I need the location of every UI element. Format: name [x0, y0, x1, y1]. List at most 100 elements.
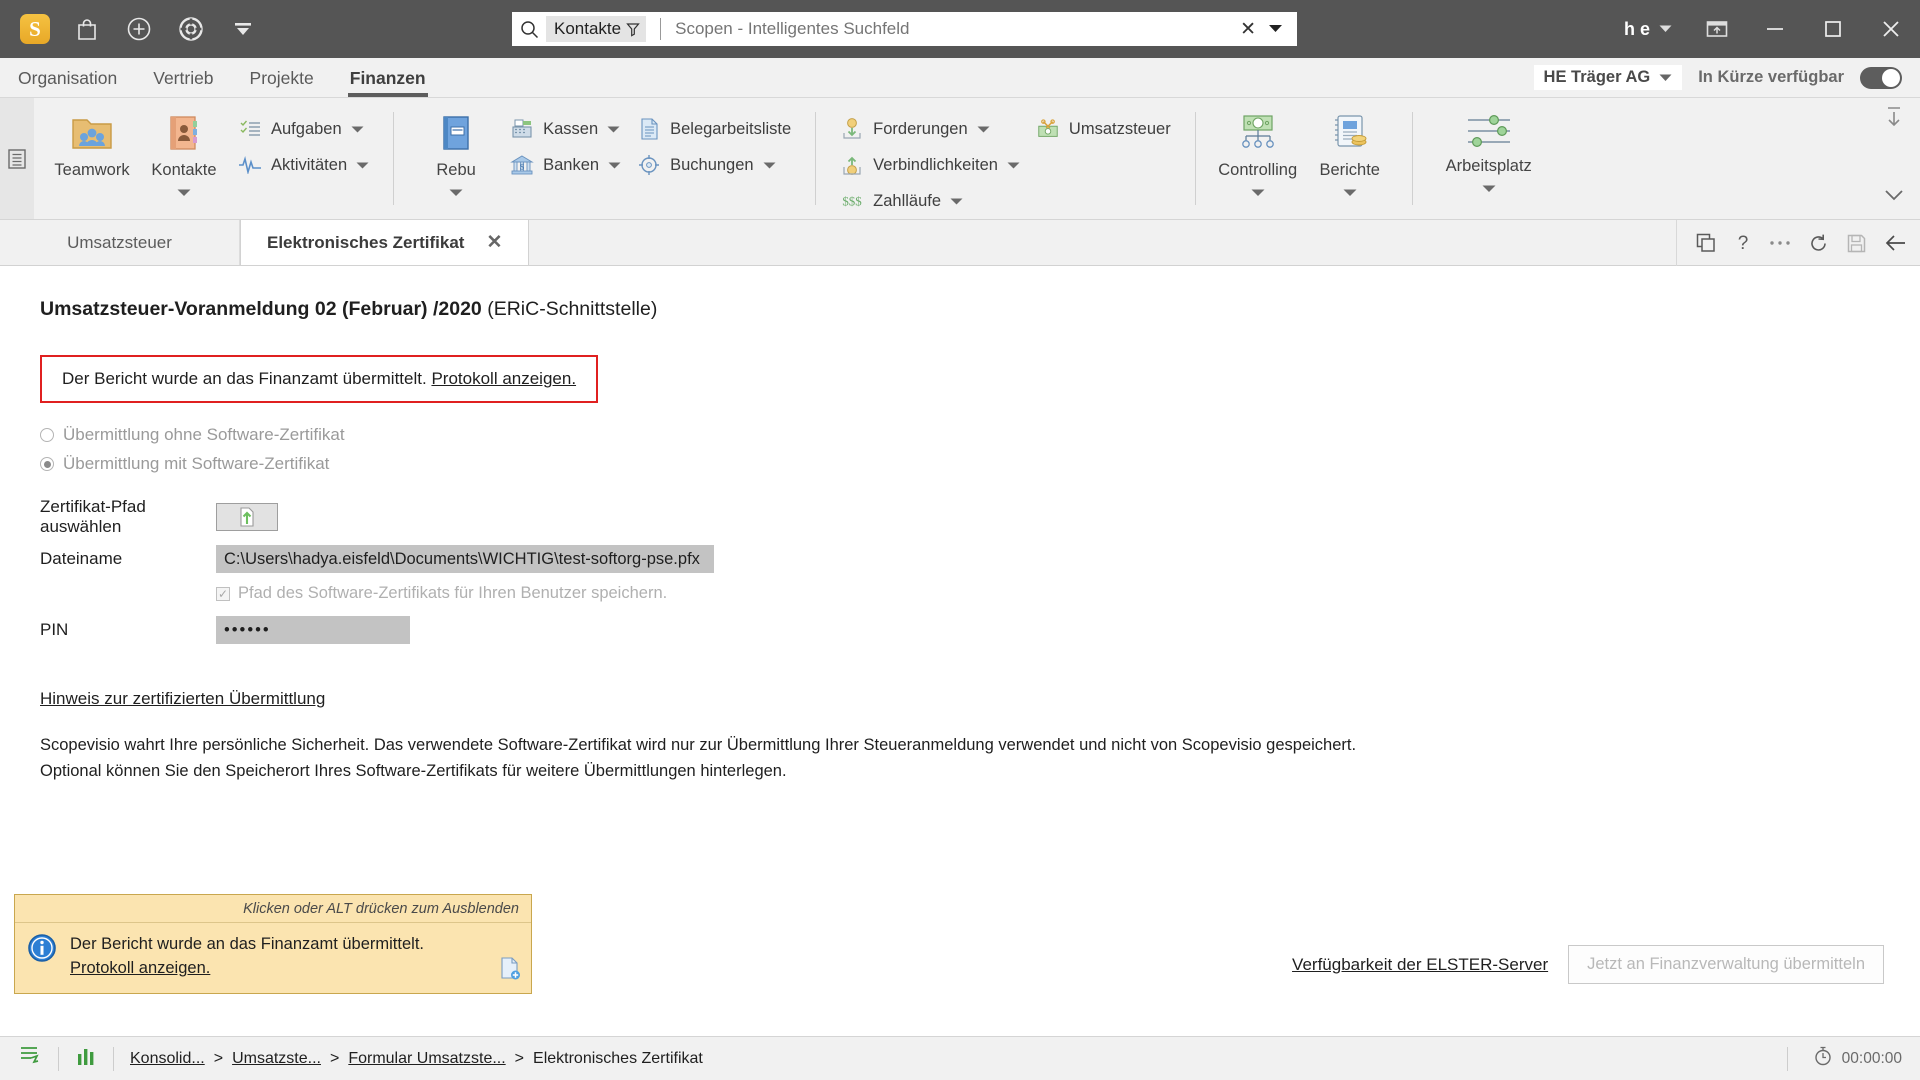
shop-bag-icon[interactable] — [70, 12, 104, 46]
menu-item-finanzen[interactable]: Finanzen — [332, 68, 444, 97]
bar-chart-icon[interactable] — [75, 1044, 97, 1073]
user-menu[interactable]: h e — [1608, 19, 1688, 40]
ribbon-button-aufgaben[interactable]: Aufgaben — [230, 113, 377, 145]
payables-icon — [840, 153, 864, 177]
company-selector[interactable]: HE Träger AG — [1533, 65, 1683, 90]
close-icon[interactable]: ✕ — [486, 231, 502, 254]
status-bar-right: 00:00:00 — [1771, 1046, 1902, 1071]
ribbon-button-aktivitaeten[interactable]: Aktivitäten — [230, 149, 377, 181]
ribbon-button-label: Umsatzsteuer — [1068, 119, 1171, 138]
payment-runs-icon: $$$ — [840, 189, 864, 213]
menu-item-projekte[interactable]: Projekte — [232, 68, 332, 97]
save-path-checkbox-row[interactable]: ✓ Pfad des Software-Zertifikats für Ihre… — [216, 584, 1880, 603]
refresh-icon[interactable] — [1808, 233, 1829, 254]
filename-label: Dateiname — [40, 549, 123, 568]
tab-umsatzsteuer[interactable]: Umsatzsteuer — [0, 220, 240, 265]
toast-protocol-link[interactable]: Protokoll anzeigen. — [70, 959, 210, 977]
search-dropdown-icon[interactable] — [1266, 20, 1297, 38]
chevron-down-icon[interactable] — [1251, 184, 1265, 202]
chevron-down-icon[interactable] — [1007, 162, 1020, 169]
certified-transmission-hint-link[interactable]: Hinweis zur zertifizierten Übermittlung — [40, 689, 325, 709]
chevron-down-icon[interactable] — [950, 198, 963, 205]
menu-item-vertrieb[interactable]: Vertrieb — [135, 68, 231, 97]
chevron-down-icon[interactable] — [763, 162, 776, 169]
ribbon-collapse-rail[interactable] — [0, 98, 34, 219]
workplace-sliders-icon — [1467, 114, 1510, 148]
minimize-window-button[interactable] — [1746, 0, 1804, 58]
status-divider — [113, 1046, 114, 1071]
chevron-down-icon[interactable] — [607, 126, 620, 133]
breadcrumb-item-formular-umsatzsteuer[interactable]: Formular Umsatzste... — [348, 1050, 505, 1068]
search-scope-chip[interactable]: Kontakte — [546, 16, 647, 42]
pin-row: PIN •••••• — [40, 613, 1880, 647]
ribbon-small-buttons-2: Kassen $ Banken — [502, 106, 629, 181]
ribbon-button-kassen[interactable]: Kassen — [502, 113, 629, 145]
ribbon-expand-icon[interactable] — [1884, 104, 1904, 135]
ribbon-button-label: Aufgaben — [271, 119, 342, 138]
radio-option-mit-zertifikat[interactable]: Übermittlung mit Software-Zertifikat — [40, 454, 1880, 474]
chevron-down-icon[interactable] — [177, 184, 191, 202]
journal-icon[interactable] — [18, 1044, 42, 1073]
breadcrumb-item-umsatzsteuer[interactable]: Umsatzste... — [232, 1050, 321, 1068]
ribbon-small-buttons-3: Belegarbeitsliste Buchungen — [629, 106, 799, 181]
breadcrumb-item-konsolidierung[interactable]: Konsolid... — [130, 1050, 205, 1068]
ribbon-button-verbindlichkeiten[interactable]: Verbindlichkeiten — [832, 149, 1028, 181]
more-options-icon[interactable] — [1769, 239, 1791, 247]
scopevisio-logo[interactable]: S — [18, 12, 52, 46]
help-question-icon[interactable]: ? — [1734, 232, 1752, 254]
search-clear-icon[interactable]: ✕ — [1230, 18, 1266, 41]
chevron-down-icon[interactable] — [977, 126, 990, 133]
alert-protocol-link[interactable]: Protokoll anzeigen. — [431, 369, 576, 388]
ribbon-button-umsatzsteuer[interactable]: Umsatzsteuer — [1028, 113, 1179, 145]
submit-to-tax-authority-button[interactable]: Jetzt an Finanzverwaltung übermitteln — [1568, 945, 1884, 984]
availability-toggle[interactable] — [1860, 66, 1902, 89]
chevron-down-icon[interactable] — [351, 126, 364, 133]
ribbon-button-arbeitsplatz[interactable]: Arbeitsplatz — [1429, 106, 1549, 198]
ribbon-button-label: Controlling — [1218, 161, 1298, 179]
chevron-down-icon[interactable] — [1343, 184, 1357, 202]
chevron-down-icon[interactable] — [356, 162, 369, 169]
ribbon-button-zahllaeufe[interactable]: $$$ Zahlläufe — [832, 185, 1028, 217]
ribbon-button-teamwork[interactable]: Teamwork — [46, 106, 138, 180]
ribbon-button-label: Kassen — [543, 119, 599, 138]
back-arrow-icon[interactable] — [1884, 233, 1908, 253]
search-input[interactable] — [675, 19, 1231, 39]
duplicate-icon[interactable] — [1695, 232, 1717, 254]
plus-circle-icon[interactable] — [122, 12, 156, 46]
close-window-button[interactable] — [1862, 0, 1920, 58]
tab-tools: ? — [1676, 220, 1908, 266]
radio-option-ohne-zertifikat[interactable]: Übermittlung ohne Software-Zertifikat — [40, 425, 1880, 445]
ribbon-button-kontakte[interactable]: Kontakte — [138, 106, 230, 202]
chevron-down-icon[interactable] — [1482, 180, 1496, 198]
new-document-icon[interactable] — [499, 956, 521, 985]
elster-availability-link[interactable]: Verfügbarkeit der ELSTER-Server — [1292, 955, 1548, 975]
ribbon-button-rebu[interactable]: Rebu — [410, 106, 502, 202]
ribbon-button-controlling[interactable]: Controlling — [1212, 106, 1304, 202]
maximize-window-button[interactable] — [1804, 0, 1862, 58]
stopwatch-icon — [1814, 1046, 1832, 1071]
global-search-bar[interactable]: Kontakte ✕ — [512, 12, 1297, 46]
breadcrumb-separator: > — [514, 1049, 525, 1067]
save-icon[interactable] — [1846, 233, 1867, 254]
ribbon-button-forderungen[interactable]: Forderungen — [832, 113, 1028, 145]
chevron-down-icon — [1659, 74, 1672, 81]
ribbon-button-berichte[interactable]: Berichte — [1304, 106, 1396, 202]
filter-collapse-icon[interactable] — [226, 12, 260, 46]
lifering-help-icon[interactable] — [174, 12, 208, 46]
browse-certificate-button[interactable] — [216, 503, 278, 531]
company-name: HE Träger AG — [1543, 68, 1651, 86]
restore-window-button[interactable] — [1688, 0, 1746, 58]
ribbon-button-banken[interactable]: $ Banken — [502, 149, 629, 181]
ribbon-button-buchungen[interactable]: Buchungen — [629, 149, 799, 181]
chevron-down-icon[interactable] — [608, 162, 621, 169]
ribbon-collapse-chevron-icon[interactable] — [1884, 188, 1904, 206]
chevron-down-icon[interactable] — [449, 184, 463, 202]
ribbon-divider — [1411, 112, 1413, 205]
pin-input[interactable]: •••••• — [216, 616, 410, 644]
tab-elektronisches-zertifikat[interactable]: Elektronisches Zertifikat ✕ — [240, 220, 530, 265]
notification-toast[interactable]: Klicken oder ALT drücken zum Ausblenden … — [14, 894, 532, 994]
ribbon-button-belegarbeitsliste[interactable]: Belegarbeitsliste — [629, 113, 799, 145]
menu-item-organisation[interactable]: Organisation — [0, 68, 135, 97]
ribbon-button-label: Teamwork — [54, 161, 130, 179]
filename-value[interactable]: C:\Users\hadya.eisfeld\Documents\WICHTIG… — [216, 545, 714, 573]
